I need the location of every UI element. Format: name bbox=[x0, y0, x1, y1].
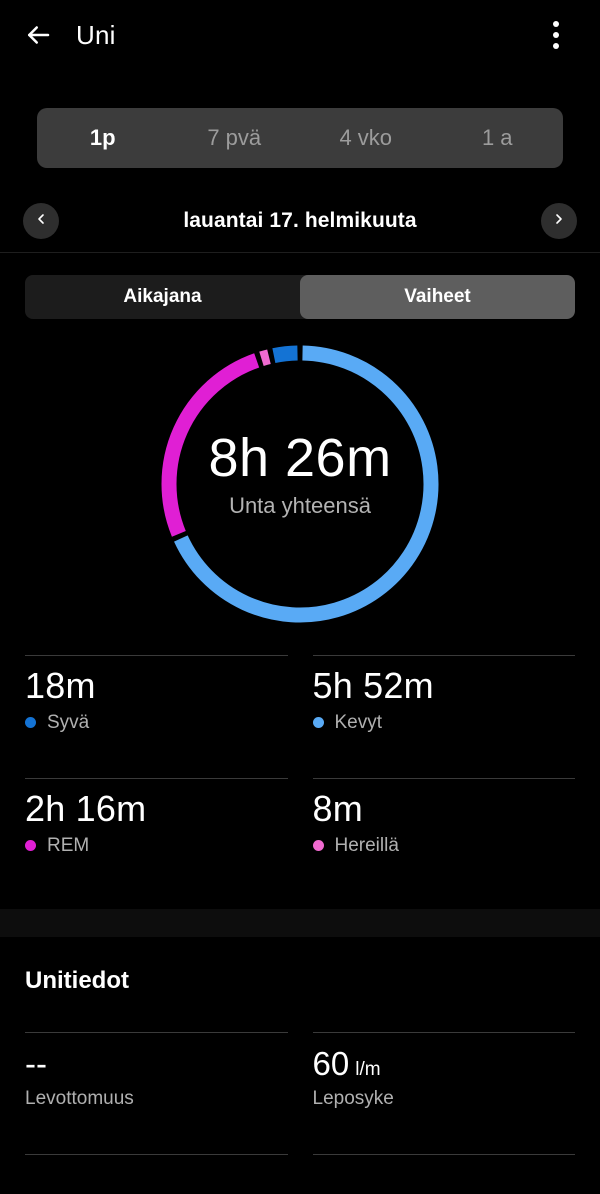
stat-legend: REM bbox=[25, 835, 288, 857]
arrow-left-icon bbox=[23, 20, 53, 50]
overflow-menu-icon[interactable] bbox=[534, 13, 578, 57]
detail-value: -- bbox=[25, 1045, 47, 1082]
section-title-unitiedot: Unitiedot bbox=[25, 967, 129, 994]
menu-dot bbox=[553, 32, 559, 38]
detail-row: -- Levottomuus 60 l/m Leposyke bbox=[25, 1032, 575, 1154]
detail-label: Leposyke bbox=[312, 1087, 394, 1109]
sleep-details-grid: -- Levottomuus 60 l/m Leposyke bbox=[0, 995, 600, 1154]
donut-segment-hereillä bbox=[259, 349, 271, 366]
stat-label: Syvä bbox=[47, 711, 90, 733]
detail-card-levottomuus[interactable]: -- Levottomuus bbox=[25, 1032, 288, 1154]
sleep-detail-screen: Uni 1p 7 pvä 4 vko 1 a lauantai 17. helm… bbox=[0, 0, 600, 1194]
legend-dot-icon bbox=[25, 840, 36, 852]
donut-segment-rem bbox=[161, 353, 260, 537]
previous-day-button[interactable] bbox=[23, 203, 59, 239]
sleep-stage-stats: 18m Syvä 5h 52m Kevyt 2h 16m REM 8m Here… bbox=[0, 655, 600, 901]
stat-value: 5h 52m bbox=[312, 665, 434, 706]
stat-card-syva[interactable]: 18m Syvä bbox=[25, 655, 288, 778]
detail-value: 60 bbox=[312, 1045, 350, 1082]
sleep-stage-donut-chart: 8h 26m Unta yhteensä bbox=[0, 325, 600, 655]
stat-label: Hereillä bbox=[334, 834, 399, 856]
detail-card-placeholder bbox=[25, 1154, 288, 1170]
app-bar: Uni bbox=[0, 0, 600, 70]
range-tab-1p[interactable]: 1p bbox=[37, 108, 169, 168]
chevron-right-icon bbox=[551, 211, 567, 232]
stat-label: Kevyt bbox=[334, 711, 383, 733]
current-date-label: lauantai 17. helmikuuta bbox=[183, 209, 417, 232]
legend-dot-icon bbox=[25, 717, 36, 729]
view-toggle: Aikajana Vaiheet bbox=[25, 275, 575, 319]
range-tabs-container: 1p 7 pvä 4 vko 1 a bbox=[0, 70, 600, 168]
range-tab-7pva[interactable]: 7 pvä bbox=[169, 108, 301, 168]
stat-card-rem[interactable]: 2h 16m REM bbox=[25, 778, 288, 901]
range-tab-4vko[interactable]: 4 vko bbox=[300, 108, 432, 168]
legend-dot-icon bbox=[312, 840, 324, 852]
donut-segment-kevyt bbox=[174, 345, 439, 623]
detail-card-placeholder bbox=[312, 1154, 575, 1170]
stat-value: 18m bbox=[25, 665, 96, 706]
view-toggle-container: Aikajana Vaiheet bbox=[0, 253, 600, 319]
date-navigation: lauantai 17. helmikuuta bbox=[0, 190, 600, 252]
stat-label: REM bbox=[47, 834, 90, 856]
detail-label: Levottomuus bbox=[25, 1087, 134, 1109]
range-tabs: 1p 7 pvä 4 vko 1 a bbox=[37, 108, 563, 168]
detail-value-wrap: 60 l/m bbox=[312, 1045, 576, 1082]
donut-segment-syvä bbox=[272, 345, 298, 364]
stat-value: 8m bbox=[312, 788, 363, 829]
menu-dot bbox=[553, 21, 559, 27]
tab-aikajana[interactable]: Aikajana bbox=[25, 275, 300, 319]
page-title: Uni bbox=[76, 19, 116, 50]
legend-dot-icon bbox=[312, 717, 324, 729]
chevron-left-icon bbox=[33, 211, 49, 232]
detail-card-leposyke[interactable]: 60 l/m Leposyke bbox=[312, 1032, 576, 1154]
detail-unit: l/m bbox=[355, 1059, 381, 1080]
stat-value: 2h 16m bbox=[25, 788, 147, 829]
tab-vaiheet[interactable]: Vaiheet bbox=[300, 275, 575, 319]
stat-card-kevyt[interactable]: 5h 52m Kevyt bbox=[312, 655, 576, 778]
stat-legend: Kevyt bbox=[312, 711, 576, 734]
stat-row: 18m Syvä 5h 52m Kevyt bbox=[25, 655, 575, 778]
stat-card-hereilla[interactable]: 8m Hereillä bbox=[312, 778, 576, 901]
back-button[interactable] bbox=[16, 13, 60, 57]
detail-value-wrap: -- bbox=[25, 1045, 288, 1082]
section-separator-band bbox=[0, 909, 600, 937]
next-day-button[interactable] bbox=[541, 203, 577, 239]
range-tab-1a[interactable]: 1 a bbox=[432, 108, 564, 168]
stat-row: 2h 16m REM 8m Hereillä bbox=[25, 778, 575, 901]
stat-legend: Hereillä bbox=[312, 834, 576, 857]
detail-row-next bbox=[0, 1154, 600, 1170]
menu-dot bbox=[553, 43, 559, 49]
donut-svg bbox=[161, 345, 439, 623]
stat-legend: Syvä bbox=[25, 712, 288, 734]
